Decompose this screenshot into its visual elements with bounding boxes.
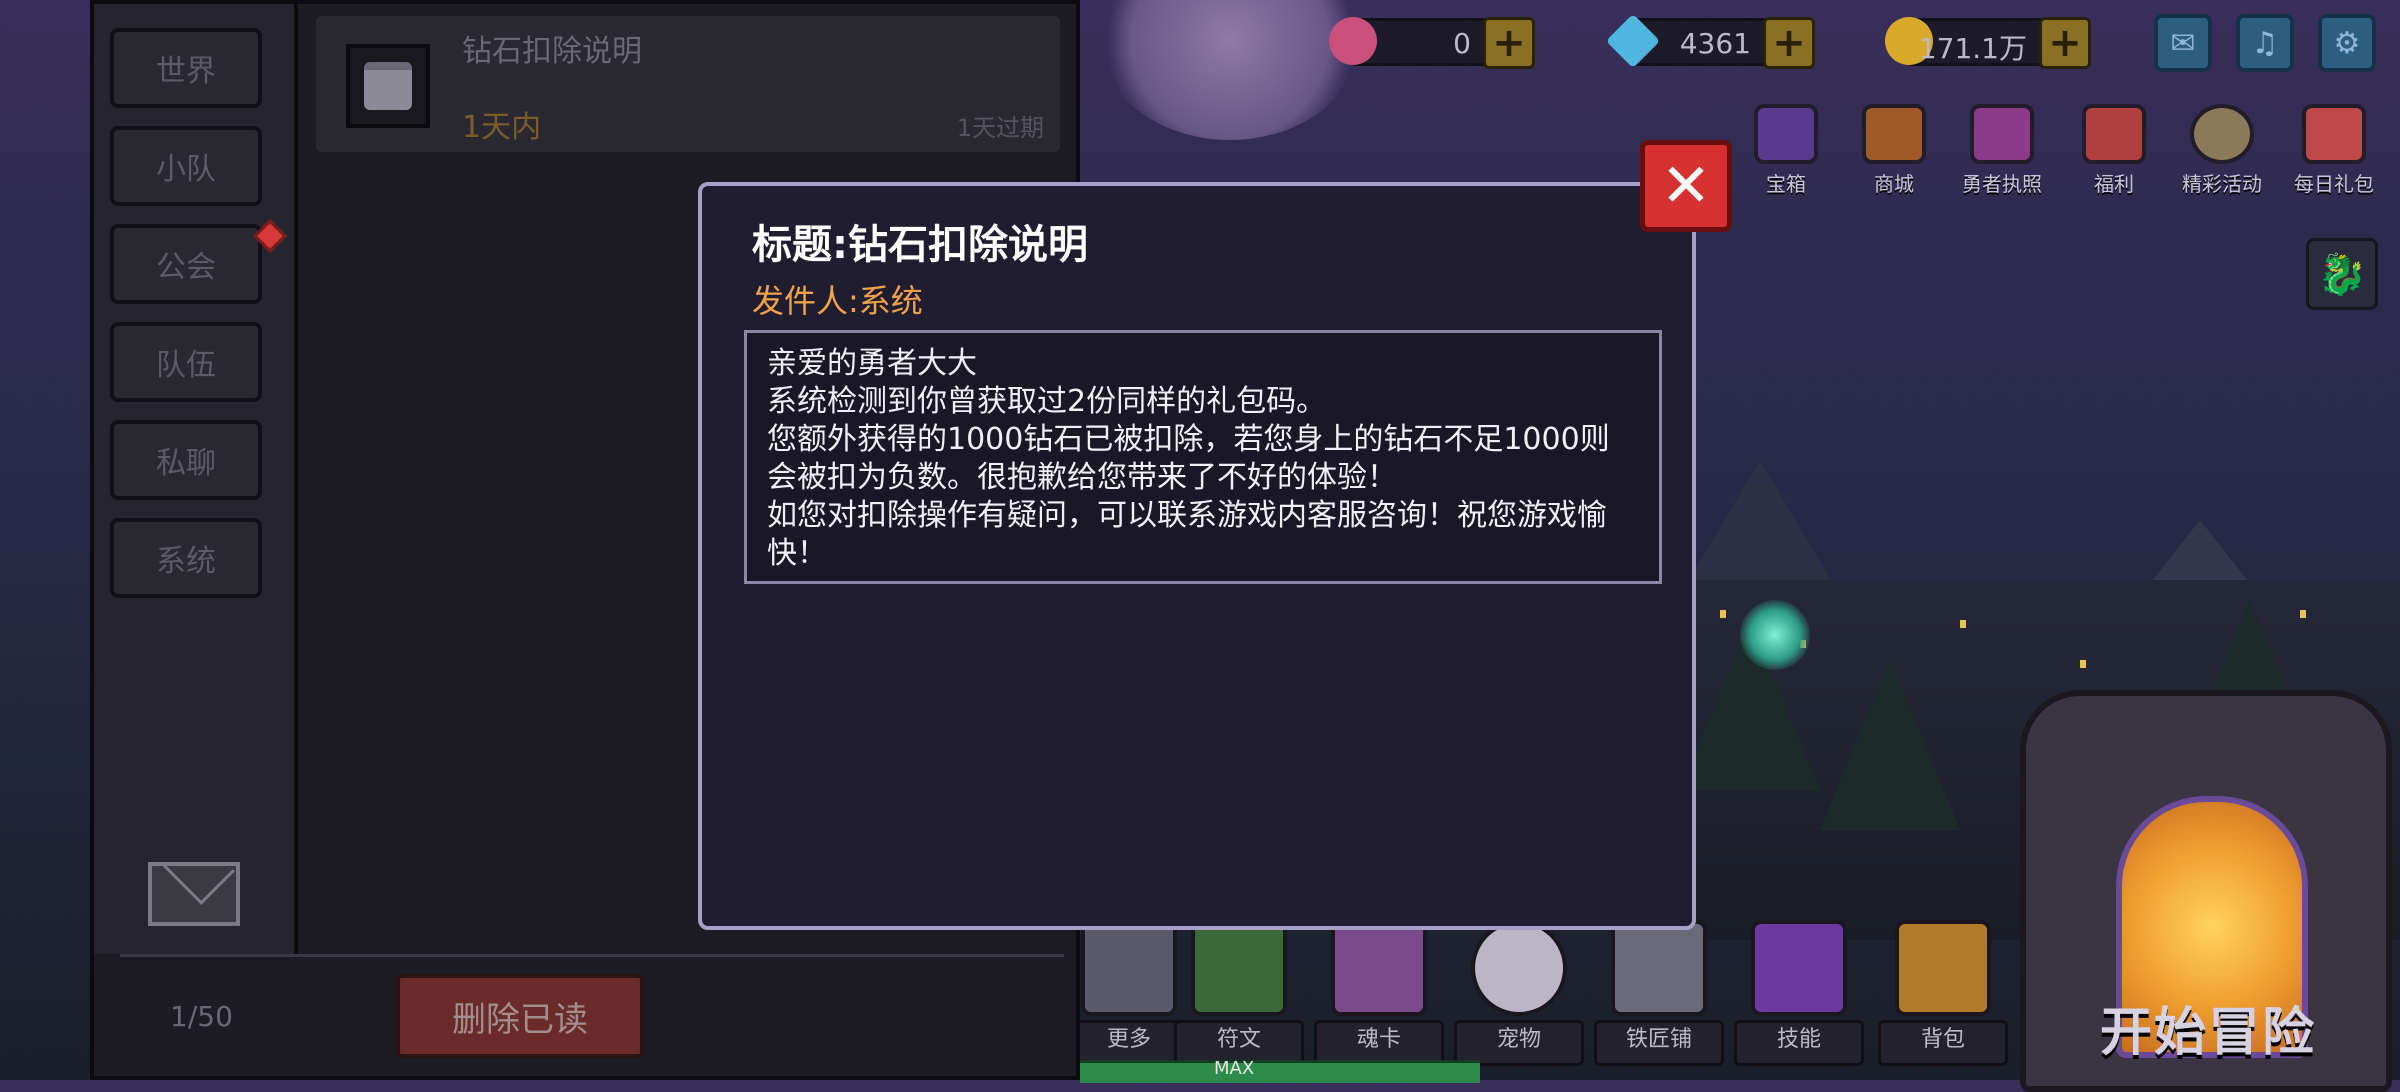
moon	[1100, 0, 1360, 140]
max-label: MAX	[1214, 1058, 1255, 1079]
diamond-icon	[1605, 13, 1661, 69]
gold-counter: 171.1万 +	[1885, 17, 2091, 69]
tab-team[interactable]: 队伍	[110, 322, 262, 402]
envelope-icon	[148, 862, 240, 926]
pink-gem-counter: 0 +	[1329, 17, 1535, 69]
mail-item-icon	[346, 44, 430, 128]
soul-card-icon	[1331, 920, 1427, 1016]
mail-icon[interactable]: ✉	[2154, 14, 2212, 72]
bottom-skills[interactable]: 技能	[1734, 920, 1864, 1066]
mail-list-item[interactable]: 钻石扣除说明 1天内 1天过期	[316, 16, 1060, 152]
menu-welfare[interactable]: 福利	[2064, 104, 2164, 197]
mail-tabs: 世界 小队 公会 队伍 私聊 系统	[94, 4, 298, 954]
mail-item-time: 1天内	[462, 110, 542, 145]
window-light	[1720, 610, 1726, 618]
diamond-counter: 4361 +	[1605, 13, 1815, 69]
menu-treasure-chest[interactable]: 宝箱	[1736, 104, 1836, 197]
dialog-title: 标题:钻石扣除说明	[752, 222, 1088, 268]
bag-icon	[364, 62, 412, 110]
bottom-backpack[interactable]: 背包	[1878, 920, 2008, 1066]
menu-label: 精彩活动	[2182, 172, 2262, 196]
bottom-pet[interactable]: 宠物	[1454, 920, 1584, 1066]
mail-item-expire: 1天过期	[956, 114, 1044, 142]
left-hud-ornament	[20, 700, 90, 840]
bottom-blacksmith[interactable]: 铁匠铺	[1594, 920, 1724, 1066]
pink-gem-icon	[1329, 17, 1377, 65]
diamond-value: 4361	[1679, 27, 1751, 60]
mail-detail-dialog: 标题:钻石扣除说明 发件人:系统 亲爱的勇者大大 系统检测到你曾获取过2份同样的…	[698, 182, 1696, 930]
pink-gem-value: 0	[1453, 27, 1471, 60]
character-icon[interactable]: 🐉	[2306, 238, 2378, 310]
add-diamond-button[interactable]: +	[1763, 17, 1815, 69]
tab-private-chat[interactable]: 私聊	[110, 420, 262, 500]
lamp-glow	[1740, 600, 1810, 670]
mail-item-title: 钻石扣除说明	[462, 34, 642, 69]
menu-shop[interactable]: 商城	[1844, 104, 1944, 197]
menu-label: 每日礼包	[2294, 172, 2374, 196]
menu-hero-license[interactable]: 勇者执照	[1952, 104, 2052, 197]
bottom-soul-card[interactable]: 魂卡	[1314, 920, 1444, 1066]
menu-label: 福利	[2094, 172, 2134, 196]
menu-events[interactable]: 精彩活动	[2172, 104, 2272, 197]
menu-label: 商城	[1874, 172, 1914, 196]
skill-book-icon	[1751, 920, 1847, 1016]
tab-guild[interactable]: 公会	[110, 224, 262, 304]
bottom-runes[interactable]: 符文	[1174, 920, 1304, 1066]
window-light	[2300, 610, 2306, 618]
window-light	[1960, 620, 1966, 628]
gold-value: 171.1万	[1918, 32, 2027, 65]
bottom-label: 背包	[1878, 1020, 2008, 1066]
delete-read-button[interactable]: 删除已读	[396, 974, 644, 1058]
close-dialog-button[interactable]: ✕	[1640, 140, 1732, 232]
menu-label: 勇者执照	[1962, 172, 2042, 196]
body-line: 亲爱的勇者大大	[767, 346, 977, 381]
body-line: 您额外获得的1000钻石已被扣除，若您身上的钻石不足1000则会被扣为负数。很抱…	[767, 422, 1610, 495]
sword-icon	[1081, 920, 1177, 1016]
backpack-icon	[1895, 920, 1991, 1016]
menu-daily-pack[interactable]: 每日礼包	[2284, 104, 2384, 197]
settings-icon[interactable]: ⚙	[2318, 14, 2376, 72]
sound-icon[interactable]: ♫	[2236, 14, 2294, 72]
window-light	[2080, 660, 2086, 668]
tree	[1820, 660, 1960, 830]
license-icon	[1970, 104, 2034, 164]
add-gold-button[interactable]: +	[2039, 17, 2091, 69]
shop-icon	[1862, 104, 1926, 164]
pet-icon	[1471, 920, 1567, 1016]
tab-squad[interactable]: 小队	[110, 126, 262, 206]
daily-gift-icon	[2302, 104, 2366, 164]
menu-label: 宝箱	[1766, 172, 1806, 196]
mail-count: 1/50	[170, 1000, 233, 1033]
bottom-label: 铁匠铺	[1594, 1020, 1724, 1066]
divider	[120, 954, 1064, 957]
tab-system[interactable]: 系统	[110, 518, 262, 598]
hammer-icon	[1611, 920, 1707, 1016]
bottom-label: 技能	[1734, 1020, 1864, 1066]
start-adventure-button[interactable]: 开始冒险	[2100, 990, 2316, 1065]
add-pink-gem-button[interactable]: +	[1483, 17, 1535, 69]
dialog-body: 亲爱的勇者大大 系统检测到你曾获取过2份同样的礼包码。 您额外获得的1000钻石…	[744, 330, 1662, 584]
body-line: 系统检测到你曾获取过2份同样的礼包码。	[767, 384, 1327, 419]
tab-world[interactable]: 世界	[110, 28, 262, 108]
gift-box-icon	[2082, 104, 2146, 164]
body-line: 如您对扣除操作有疑问，可以联系游戏内客服咨询！祝您游戏愉快！	[767, 498, 1607, 571]
events-icon	[2190, 104, 2254, 164]
chest-icon	[1754, 104, 1818, 164]
dialog-sender: 发件人:系统	[752, 282, 923, 320]
rune-icon	[1191, 920, 1287, 1016]
